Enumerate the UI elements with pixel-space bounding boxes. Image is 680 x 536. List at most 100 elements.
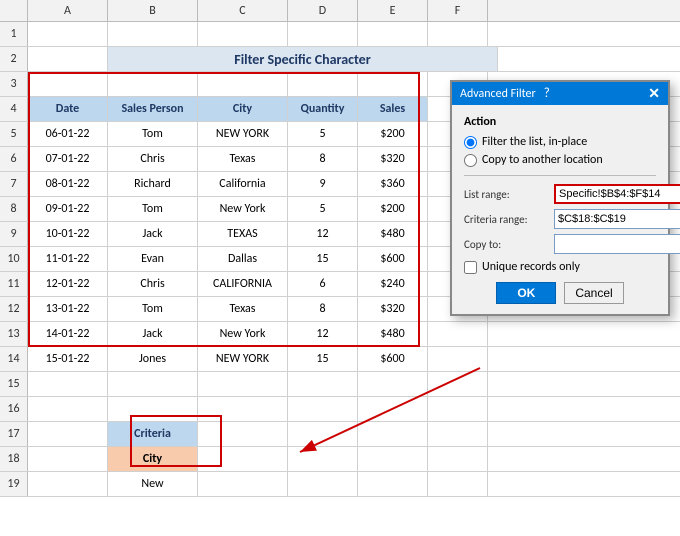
cell-12-qty: 8 [288, 297, 358, 321]
col-header-a: A [28, 0, 108, 21]
col-header-f: F [428, 0, 488, 21]
header-date: Date [28, 97, 108, 121]
rownum-12: 12 [0, 297, 28, 321]
dialog-close-button[interactable]: ✕ [648, 87, 660, 101]
row-19: 19 New [0, 472, 680, 497]
cell-1-b [108, 22, 198, 46]
rownum-8: 8 [0, 197, 28, 221]
cell-7-person: Richard [108, 172, 198, 196]
cell-11-sales: $240 [358, 272, 428, 296]
cell-14-qty: 15 [288, 347, 358, 371]
cell-7-sales: $360 [358, 172, 428, 196]
cell-8-qty: 5 [288, 197, 358, 221]
advanced-filter-dialog: Advanced Filter ? ✕ Action Filter the li… [450, 80, 670, 316]
cell-14-city: NEW YORK [198, 347, 288, 371]
cell-6-date: 07-01-22 [28, 147, 108, 171]
row-2: 2 Filter Specific Character [0, 47, 680, 72]
radio-filter-inplace[interactable] [464, 136, 477, 149]
cell-8-date: 09-01-22 [28, 197, 108, 221]
action-label: Action [464, 115, 656, 129]
cancel-button[interactable]: Cancel [564, 282, 623, 304]
radio-copy-location[interactable] [464, 154, 477, 167]
cell-1-c [198, 22, 288, 46]
row-18: 18 City [0, 447, 680, 472]
col-header-b: B [108, 0, 198, 21]
cell-11-person: Chris [108, 272, 198, 296]
dialog-help-icon[interactable]: ? [544, 86, 550, 101]
row-13: 13 14-01-22 Jack New York 12 $480 [0, 322, 680, 347]
spreadsheet: A B C D E F 1 2 Filter Specific Characte… [0, 0, 680, 536]
rownum-7: 7 [0, 172, 28, 196]
cell-14-person: Jones [108, 347, 198, 371]
col-header-rownum [0, 0, 28, 21]
cell-12-person: Tom [108, 297, 198, 321]
rownum-11: 11 [0, 272, 28, 296]
cell-13-sales: $480 [358, 322, 428, 346]
cell-6-city: Texas [198, 147, 288, 171]
radio-copy-row: Copy to another location [464, 153, 656, 167]
header-sales: Sales [358, 97, 428, 121]
rownum-10: 10 [0, 247, 28, 271]
rownum-1: 1 [0, 22, 28, 46]
cell-9-person: Jack [108, 222, 198, 246]
dialog-titlebar: Advanced Filter ? ✕ [452, 82, 668, 105]
cell-10-date: 11-01-22 [28, 247, 108, 271]
dialog-buttons: OK Cancel [464, 282, 656, 304]
cell-10-person: Evan [108, 247, 198, 271]
cell-9-date: 10-01-22 [28, 222, 108, 246]
row-15: 15 [0, 372, 680, 397]
dialog-title: Advanced Filter [460, 87, 536, 101]
criteria-title-cell: Criteria [108, 422, 198, 446]
cell-1-a [28, 22, 108, 46]
criteria-city-header: City [108, 447, 198, 471]
header-salesperson: Sales Person [108, 97, 198, 121]
cell-3-b [108, 72, 198, 96]
ok-button[interactable]: OK [496, 282, 556, 304]
spreadsheet-title: Filter Specific Character [108, 47, 498, 71]
rownum-16: 16 [0, 397, 28, 421]
criteria-range-input[interactable] [554, 209, 680, 229]
cell-13-person: Jack [108, 322, 198, 346]
cell-11-qty: 6 [288, 272, 358, 296]
row-14: 14 15-01-22 Jones NEW YORK 15 $600 [0, 347, 680, 372]
rownum-13: 13 [0, 322, 28, 346]
rownum-18: 18 [0, 447, 28, 471]
col-headers: A B C D E F [0, 0, 680, 22]
cell-1-e [358, 22, 428, 46]
cell-9-sales: $480 [358, 222, 428, 246]
divider [464, 175, 656, 176]
cell-10-city: Dallas [198, 247, 288, 271]
unique-records-checkbox[interactable] [464, 261, 477, 274]
row-1: 1 [0, 22, 680, 47]
rownum-15: 15 [0, 372, 28, 396]
criteria-value-cell: New [108, 472, 198, 496]
cell-13-city: New York [198, 322, 288, 346]
cell-11-city: CALIFORNIA [198, 272, 288, 296]
cell-5-person: Tom [108, 122, 198, 146]
list-range-input[interactable] [554, 184, 680, 204]
cell-8-person: Tom [108, 197, 198, 221]
cell-3-e [358, 72, 428, 96]
cell-12-sales: $320 [358, 297, 428, 321]
cell-14-f [428, 347, 488, 371]
radio-filter-inplace-row: Filter the list, in-place [464, 135, 656, 149]
cell-5-sales: $200 [358, 122, 428, 146]
cell-1-f [428, 22, 488, 46]
list-range-label: List range: [464, 188, 554, 201]
cell-9-city: TEXAS [198, 222, 288, 246]
cell-13-qty: 12 [288, 322, 358, 346]
cell-14-sales: $600 [358, 347, 428, 371]
radio-copy-label: Copy to another location [482, 153, 603, 167]
rownum-4: 4 [0, 97, 28, 121]
header-city: City [198, 97, 288, 121]
cell-5-date: 06-01-22 [28, 122, 108, 146]
cell-10-sales: $600 [358, 247, 428, 271]
header-quantity: Quantity [288, 97, 358, 121]
cell-11-date: 12-01-22 [28, 272, 108, 296]
dialog-body: Action Filter the list, in-place Copy to… [452, 105, 668, 314]
rownum-19: 19 [0, 472, 28, 496]
copy-to-input[interactable] [554, 234, 680, 254]
rownum-14: 14 [0, 347, 28, 371]
cell-3-a [28, 72, 108, 96]
cell-1-d [288, 22, 358, 46]
